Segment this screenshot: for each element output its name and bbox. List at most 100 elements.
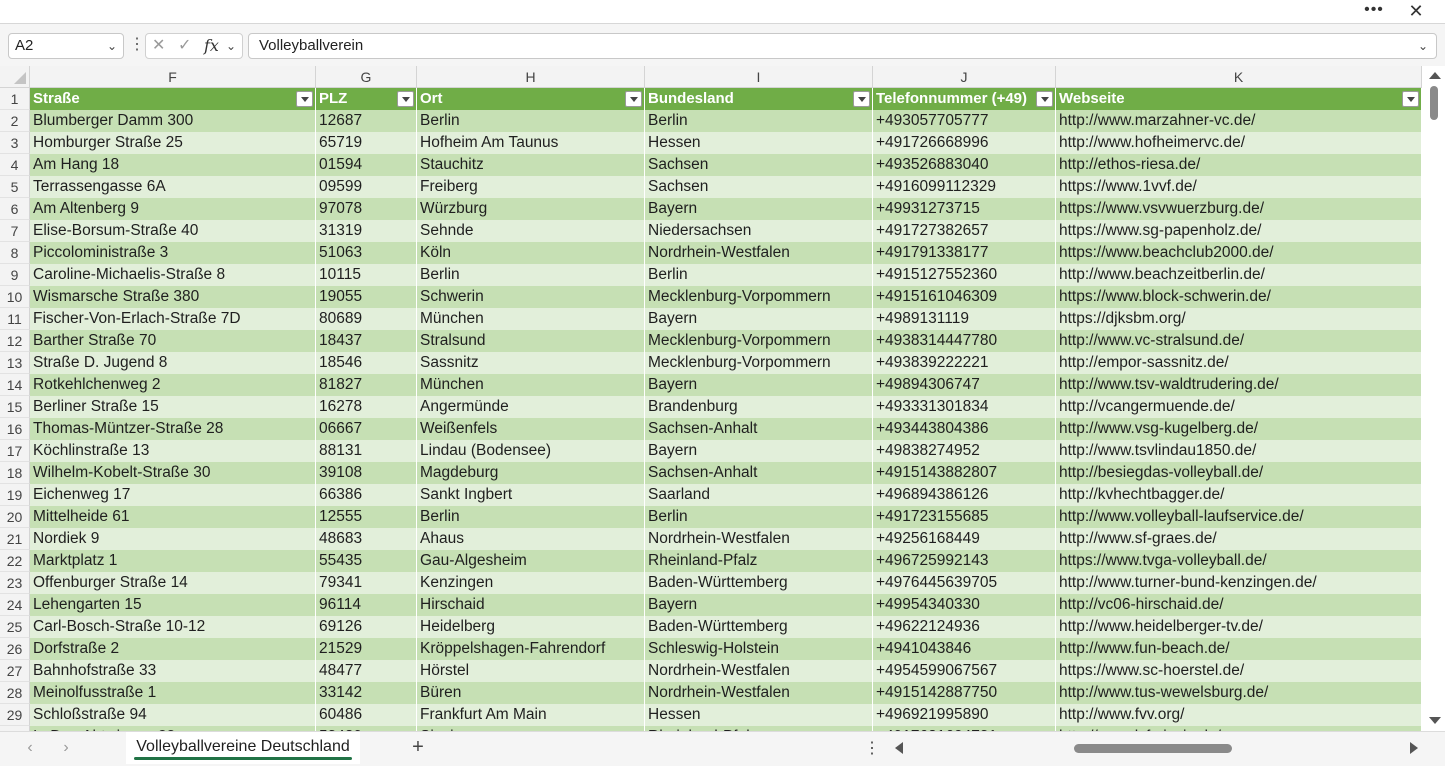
table-cell[interactable]: +4938314447780 (873, 330, 1056, 352)
table-cell[interactable]: Köln (417, 242, 645, 264)
table-cell[interactable]: https://www.beachclub2000.de/ (1056, 242, 1422, 264)
table-cell[interactable]: Würzburg (417, 198, 645, 220)
filter-dropdown-icon[interactable] (296, 91, 313, 107)
table-cell[interactable]: Nordiek 9 (30, 528, 316, 550)
table-cell[interactable]: 12555 (316, 506, 417, 528)
table-cell[interactable]: http://www.marzahner-vc.de/ (1056, 110, 1422, 132)
table-cell[interactable]: Berlin (417, 264, 645, 286)
row-header[interactable]: 16 (0, 418, 30, 440)
table-cell[interactable]: Bayern (645, 440, 873, 462)
table-cell[interactable]: Sankt Ingbert (417, 484, 645, 506)
table-cell[interactable]: +493443804386 (873, 418, 1056, 440)
table-cell[interactable]: 66386 (316, 484, 417, 506)
table-cell[interactable]: Am Altenberg 9 (30, 198, 316, 220)
table-cell[interactable]: +491723155685 (873, 506, 1056, 528)
table-cell[interactable]: Berlin (417, 506, 645, 528)
scroll-down-icon[interactable] (1429, 717, 1441, 724)
table-cell[interactable]: Sachsen-Anhalt (645, 462, 873, 484)
table-cell[interactable]: +493057705777 (873, 110, 1056, 132)
table-cell[interactable]: Hessen (645, 704, 873, 726)
table-cell[interactable]: Meinolfusstraße 1 (30, 682, 316, 704)
table-cell[interactable]: Wilhelm-Kobelt-Straße 30 (30, 462, 316, 484)
table-cell[interactable]: Thomas-Müntzer-Straße 28 (30, 418, 316, 440)
table-cell[interactable]: Hörstel (417, 660, 645, 682)
row-header[interactable]: 10 (0, 286, 30, 308)
worksheet-grid[interactable]: F G H I J K 1 2 3 4 5 6 7 8 9 10 11 12 13 14 15 16 17 18 19 20 21 2… (0, 66, 1426, 731)
table-cell[interactable]: Blumberger Damm 300 (30, 110, 316, 132)
add-sheet-button[interactable]: + (408, 736, 428, 758)
table-cell[interactable]: Berlin (645, 110, 873, 132)
table-cell[interactable]: 31319 (316, 220, 417, 242)
table-cell[interactable]: https://www.sc-hoerstel.de/ (1056, 660, 1422, 682)
table-cell[interactable]: Sachsen (645, 154, 873, 176)
table-cell[interactable]: Nordrhein-Westfalen (645, 682, 873, 704)
table-cell[interactable]: Straße D. Jugend 8 (30, 352, 316, 374)
table-cell[interactable]: +49954340330 (873, 594, 1056, 616)
row-header[interactable]: 26 (0, 638, 30, 660)
table-header-cell[interactable]: PLZ (316, 88, 417, 110)
table-cell[interactable]: +4915142887750 (873, 682, 1056, 704)
table-cell[interactable]: 18546 (316, 352, 417, 374)
table-cell[interactable]: 18437 (316, 330, 417, 352)
table-cell[interactable]: http://www.volleyball-laufservice.de/ (1056, 506, 1422, 528)
row-header[interactable]: 8 (0, 242, 30, 264)
table-cell[interactable]: Mittelheide 61 (30, 506, 316, 528)
row-header[interactable]: 11 (0, 308, 30, 330)
table-cell[interactable]: https://www.1vvf.de/ (1056, 176, 1422, 198)
expand-formula-icon[interactable]: ⌄ (1418, 34, 1428, 58)
table-cell[interactable]: Carl-Bosch-Straße 10-12 (30, 616, 316, 638)
row-header[interactable]: 29 (0, 704, 30, 726)
table-cell[interactable]: 21529 (316, 638, 417, 660)
table-cell[interactable]: Bahnhofstraße 33 (30, 660, 316, 682)
column-header-i[interactable]: I (645, 66, 873, 88)
table-cell[interactable]: Sachsen-Anhalt (645, 418, 873, 440)
table-cell[interactable]: +496725992143 (873, 550, 1056, 572)
table-cell[interactable]: Hirschaid (417, 594, 645, 616)
table-cell[interactable]: Barther Straße 70 (30, 330, 316, 352)
row-header[interactable]: 23 (0, 572, 30, 594)
table-cell[interactable]: Gau-Algesheim (417, 550, 645, 572)
table-cell[interactable]: Eichenweg 17 (30, 484, 316, 506)
table-cell[interactable]: Bayern (645, 308, 873, 330)
table-cell[interactable]: +49622124936 (873, 616, 1056, 638)
row-header[interactable]: 27 (0, 660, 30, 682)
table-cell[interactable]: +493526883040 (873, 154, 1056, 176)
row-header[interactable]: 12 (0, 330, 30, 352)
table-cell[interactable]: Stauchitz (417, 154, 645, 176)
row-header[interactable]: 19 (0, 484, 30, 506)
table-cell[interactable]: Schwerin (417, 286, 645, 308)
filter-dropdown-icon[interactable] (853, 91, 870, 107)
table-cell[interactable]: +49931273715 (873, 198, 1056, 220)
scroll-up-icon[interactable] (1429, 72, 1441, 79)
table-cell[interactable]: 51063 (316, 242, 417, 264)
table-cell[interactable]: Bayern (645, 374, 873, 396)
table-cell[interactable]: 12687 (316, 110, 417, 132)
table-cell[interactable]: Offenburger Straße 14 (30, 572, 316, 594)
table-cell[interactable]: Magdeburg (417, 462, 645, 484)
row-header[interactable]: 13 (0, 352, 30, 374)
scroll-left-icon[interactable] (895, 742, 903, 754)
table-cell[interactable]: 10115 (316, 264, 417, 286)
insert-function-icon[interactable]: fx (204, 34, 219, 58)
horizontal-scroll-thumb[interactable] (1074, 744, 1232, 753)
table-cell[interactable]: Rheinland-Pfalz (645, 550, 873, 572)
table-cell[interactable]: Berliner Straße 15 (30, 396, 316, 418)
table-cell[interactable]: Saarland (645, 484, 873, 506)
scroll-right-icon[interactable] (1410, 742, 1418, 754)
table-cell[interactable]: +491727382657 (873, 220, 1056, 242)
row-header[interactable]: 5 (0, 176, 30, 198)
column-header-f[interactable]: F (30, 66, 316, 88)
table-cell[interactable]: http://www.heidelberger-tv.de/ (1056, 616, 1422, 638)
table-cell[interactable]: 65719 (316, 132, 417, 154)
table-cell[interactable]: Caroline-Michaelis-Straße 8 (30, 264, 316, 286)
table-header-cell[interactable]: Ort (417, 88, 645, 110)
table-cell[interactable]: Piccoloministraße 3 (30, 242, 316, 264)
table-cell[interactable]: https://www.vsvwuerzburg.de/ (1056, 198, 1422, 220)
table-cell[interactable]: https://www.block-schwerin.de/ (1056, 286, 1422, 308)
table-cell[interactable]: Ahaus (417, 528, 645, 550)
table-cell[interactable]: Weißenfels (417, 418, 645, 440)
table-cell[interactable]: Berlin (645, 506, 873, 528)
table-cell[interactable]: 48683 (316, 528, 417, 550)
close-icon[interactable]: ✕ (1406, 2, 1426, 22)
table-header-cell[interactable]: Straße (30, 88, 316, 110)
